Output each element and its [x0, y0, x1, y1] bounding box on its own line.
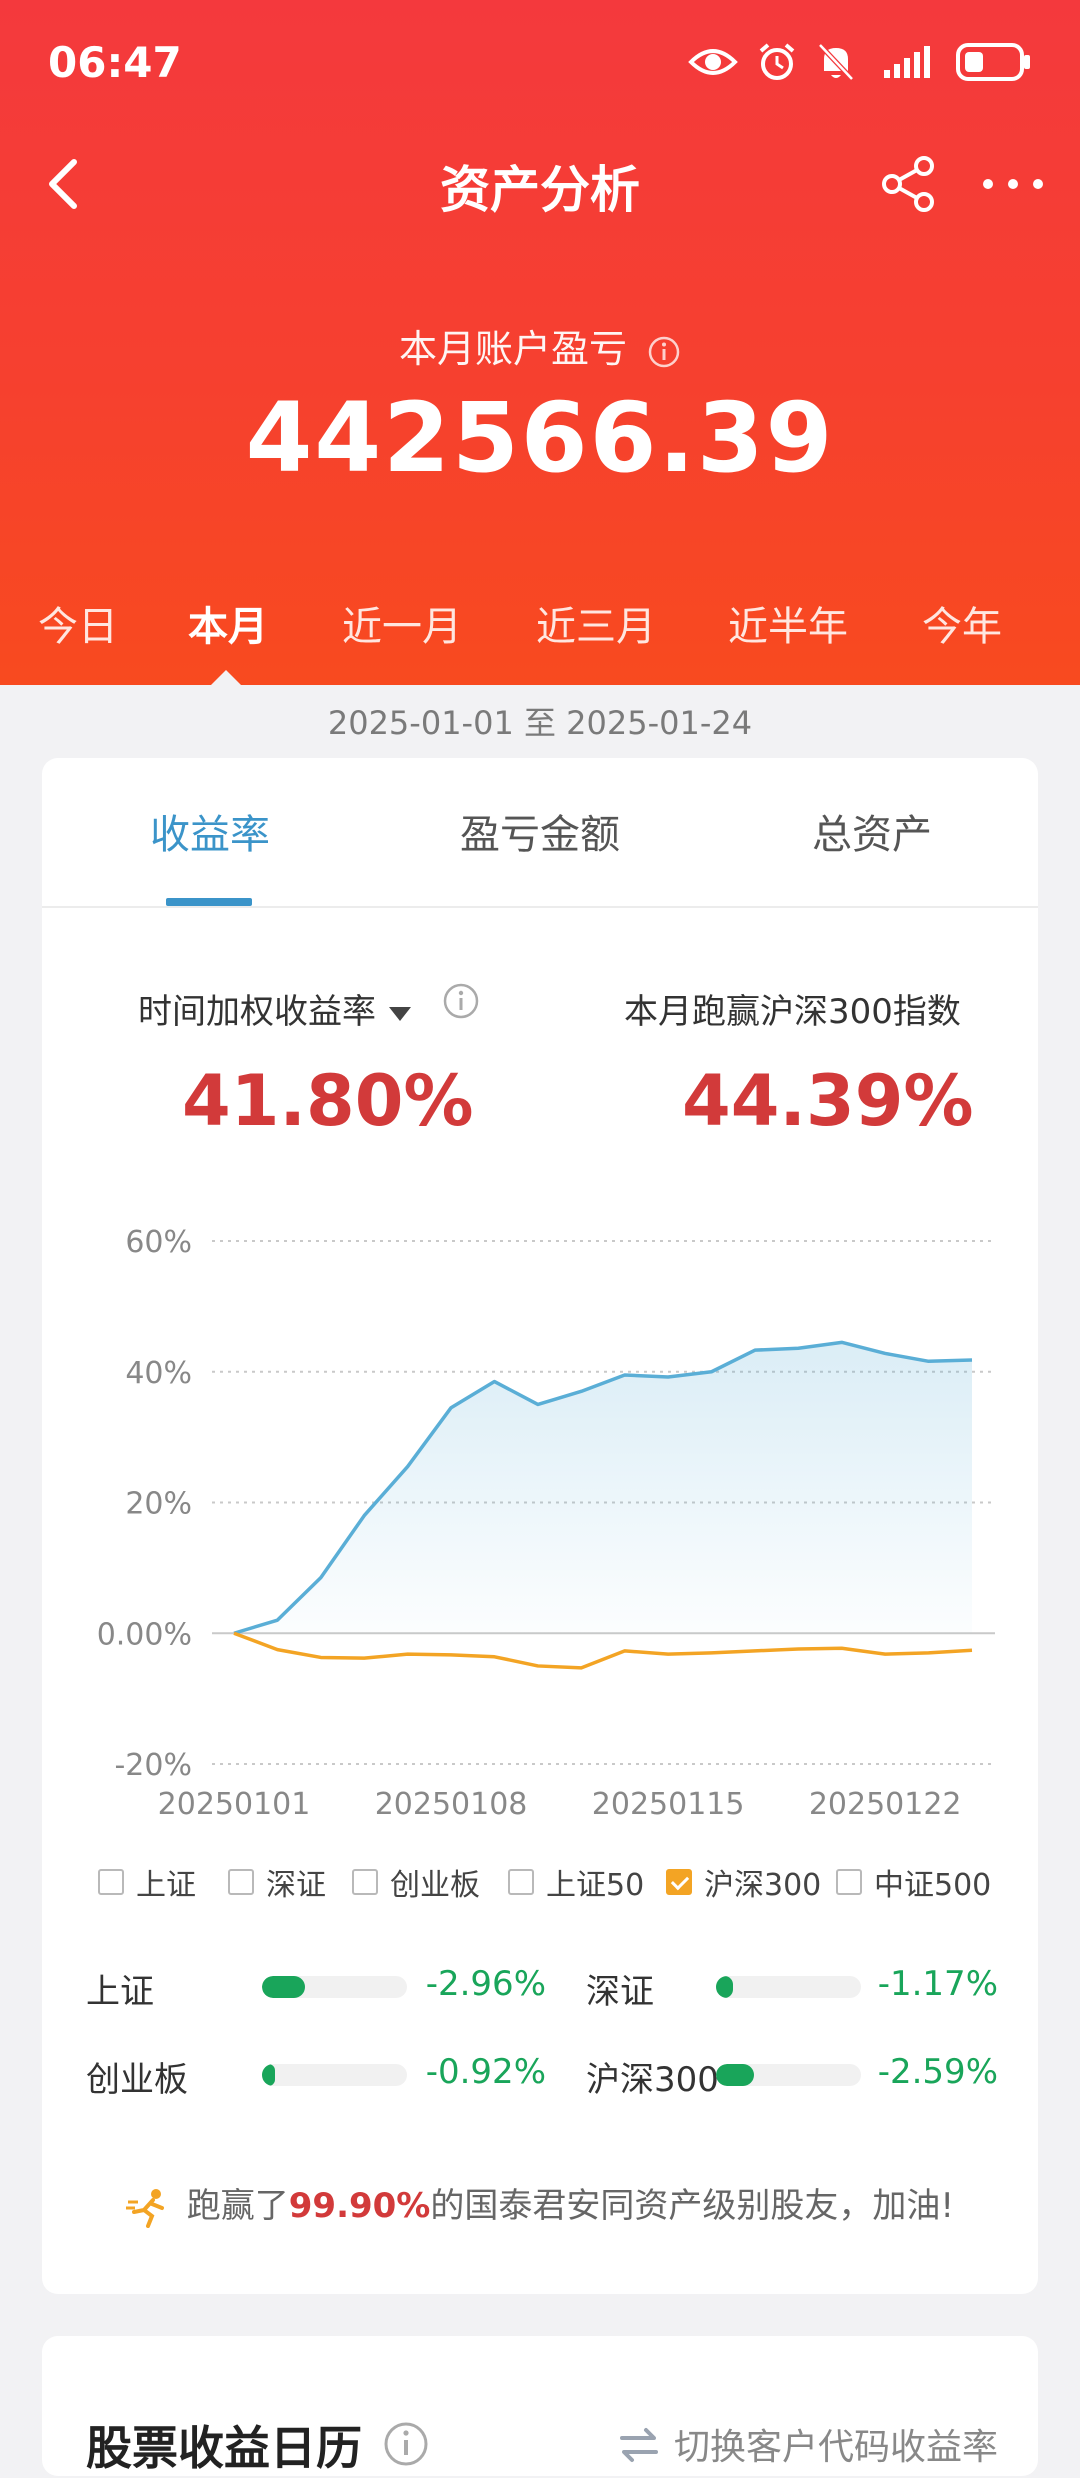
- period-tab-this-month[interactable]: 本月: [188, 594, 268, 652]
- monthly-pl-label: 本月账户盈亏: [0, 318, 1080, 373]
- period-tab-last-three-months[interactable]: 近三月: [536, 594, 656, 652]
- legend-checkbox[interactable]: [836, 1869, 862, 1895]
- header: 06:47 资产分析 本月账户盈亏 442566.39 今日 本月 近一月 近三…: [0, 0, 1080, 685]
- period-tab-this-year[interactable]: 今年: [922, 594, 1002, 652]
- beat-prefix: 跑赢了: [186, 2186, 289, 2226]
- legend-item-shanghai[interactable]: 上证: [98, 1860, 196, 1904]
- beat-suffix: 的国泰君安同资产级别股友，加油!: [430, 2186, 955, 2226]
- status-time: 06:47: [48, 38, 182, 87]
- y-tick-label: 40%: [125, 1356, 192, 1391]
- index-legend: 上证 深证 创业板 上证50 沪深300 中证500: [42, 1860, 1038, 1920]
- index-name: 沪深300: [586, 2060, 719, 2100]
- index-bar-fill: [716, 2064, 754, 2086]
- status-bar: 06:47: [0, 0, 1080, 120]
- index-value: -1.17%: [877, 1964, 998, 2004]
- index-name: 上证: [86, 1972, 154, 2012]
- battery-icon: [956, 43, 1030, 81]
- beat-percent: 99.90%: [288, 2186, 431, 2226]
- analysis-card: 收益率 盈亏金额 总资产 时间加权收益率 41.80% 本月跑赢沪深300指数 …: [42, 758, 1038, 2294]
- switch-label: 切换客户代码收益率: [673, 2427, 998, 2468]
- stock-calendar-card: 股票收益日历 切换客户代码收益率: [42, 2336, 1038, 2476]
- monthly-pl-label-text: 本月账户盈亏: [398, 327, 627, 371]
- share-icon[interactable]: [878, 154, 938, 214]
- signal-icon: [884, 46, 930, 78]
- legend-item-shenzhen[interactable]: 深证: [228, 1860, 326, 1904]
- index-value: -2.59%: [877, 2052, 998, 2092]
- x-tick-label: 20250101: [158, 1787, 311, 1822]
- index-name: 深证: [586, 1972, 654, 2012]
- more-icon[interactable]: [978, 154, 1048, 214]
- index-bar-track: [716, 1976, 861, 1998]
- swap-arrows-icon: [619, 2428, 658, 2462]
- index-row-shenzhen: 深证 -1.17%: [586, 1958, 998, 2018]
- index-value: -0.92%: [425, 2052, 546, 2092]
- legend-label: 沪深300: [704, 1868, 822, 1903]
- period-tab-today[interactable]: 今日: [38, 594, 118, 652]
- nav-bar: 资产分析: [0, 140, 1080, 230]
- legend-label: 上证50: [546, 1868, 645, 1903]
- period-tab-last-month[interactable]: 近一月: [342, 594, 462, 652]
- legend-label: 上证: [136, 1868, 196, 1903]
- legend-checkbox-checked[interactable]: [666, 1869, 692, 1895]
- index-bar-fill: [716, 1976, 733, 1998]
- period-tab-last-half-year[interactable]: 近半年: [728, 594, 848, 652]
- x-tick-label: 20250115: [592, 1787, 745, 1822]
- legend-item-csi500[interactable]: 中证500: [836, 1860, 991, 1904]
- mute-bell-icon: [818, 43, 854, 81]
- index-row-chinext: 创业板 -0.92%: [86, 2046, 546, 2106]
- y-tick-label: 20%: [125, 1487, 192, 1522]
- return-chart: 60% 40% 20% 0.00% -20% 20250101 20250108 202501…: [97, 1225, 995, 1822]
- runner-icon: [125, 2188, 164, 2228]
- x-tick-label: 20250122: [809, 1787, 962, 1822]
- monthly-pl-value: 442566.39: [245, 382, 835, 494]
- info-icon[interactable]: [382, 2420, 430, 2468]
- calendar-title: 股票收益日历: [86, 2421, 362, 2475]
- legend-item-chinext[interactable]: 创业板: [352, 1860, 480, 1904]
- y-tick-label: -20%: [114, 1748, 192, 1783]
- info-icon[interactable]: [647, 335, 681, 369]
- series-area: [234, 1342, 972, 1634]
- period-tabs: 今日 本月 近一月 近三月 近半年 今年: [0, 594, 1080, 664]
- y-tick-label: 60%: [125, 1225, 192, 1260]
- date-range: 2025-01-01 至 2025-01-24: [327, 704, 753, 742]
- beat-peers-line: 跑赢了99.90%的国泰君安同资产级别股友，加油!: [42, 2178, 1038, 2228]
- x-tick-label: 20250108: [375, 1787, 528, 1822]
- index-row-shanghai: 上证 -2.96%: [86, 1958, 546, 2018]
- legend-label: 中证500: [874, 1868, 992, 1903]
- legend-item-csi300[interactable]: 沪深300: [666, 1860, 821, 1904]
- legend-checkbox[interactable]: [228, 1869, 254, 1895]
- switch-client-code-link[interactable]: 切换客户代码收益率: [618, 2418, 998, 2470]
- index-return-line: [233, 1631, 973, 1670]
- index-bar-fill: [262, 2064, 276, 2086]
- legend-checkbox[interactable]: [98, 1869, 124, 1895]
- eye-icon: [688, 49, 738, 75]
- legend-checkbox[interactable]: [508, 1869, 534, 1895]
- legend-item-sse50[interactable]: 上证50: [508, 1860, 644, 1904]
- alarm-icon: [759, 43, 795, 80]
- legend-label: 深证: [266, 1868, 326, 1903]
- index-bar-fill: [262, 1976, 305, 1998]
- legend-label: 创业板: [390, 1868, 480, 1903]
- legend-checkbox[interactable]: [352, 1869, 378, 1895]
- status-icons: [688, 38, 1032, 86]
- y-tick-label: 0.00%: [97, 1617, 192, 1652]
- index-name: 创业板: [86, 2060, 188, 2100]
- index-row-csi300: 沪深300 -2.59%: [586, 2046, 998, 2106]
- index-bar-track: [262, 1976, 407, 1998]
- index-bar-track: [262, 2064, 407, 2086]
- index-value: -2.96%: [425, 1964, 546, 2004]
- active-tab-caret: [210, 670, 242, 686]
- index-bar-track: [716, 2064, 861, 2086]
